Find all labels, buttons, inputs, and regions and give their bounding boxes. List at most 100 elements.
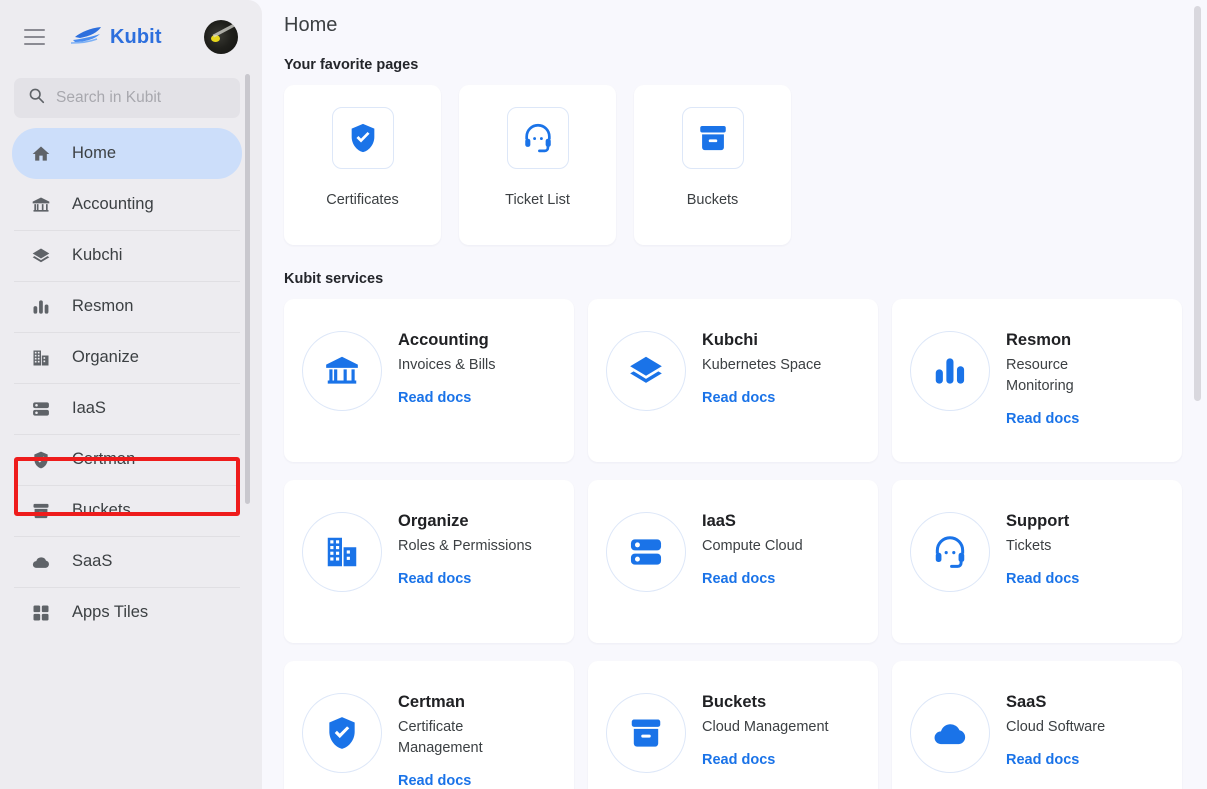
bank-icon bbox=[30, 194, 52, 216]
read-docs-link[interactable]: Read docs bbox=[398, 773, 508, 789]
service-card-resmon[interactable]: Resmon Resource Monitoring Read docs bbox=[892, 299, 1182, 462]
sidebar-item-organize[interactable]: Organize bbox=[12, 332, 242, 383]
sidebar-item-label: Kubchi bbox=[72, 246, 123, 264]
bank-icon bbox=[302, 331, 382, 411]
app-root: Kubit Search in Kubit Home Accounting Ku… bbox=[0, 0, 1207, 789]
service-subtitle: Cloud Management bbox=[702, 719, 829, 735]
brand[interactable]: Kubit bbox=[70, 25, 162, 50]
main-content: Home Your favorite pages Certificates Ti… bbox=[262, 0, 1207, 789]
service-card-buckets[interactable]: Buckets Cloud Management Read docs bbox=[588, 661, 878, 789]
sidebar-item-certman[interactable]: Certman bbox=[12, 434, 242, 485]
read-docs-link[interactable]: Read docs bbox=[398, 571, 532, 587]
headset-icon bbox=[506, 107, 569, 169]
service-subtitle: Cloud Software bbox=[1006, 719, 1106, 735]
layers-icon bbox=[30, 245, 52, 267]
sidebar-item-buckets[interactable]: Buckets bbox=[12, 485, 242, 536]
sidebar-item-label: Organize bbox=[72, 348, 139, 366]
service-subtitle: Certificate Management bbox=[398, 719, 483, 757]
service-card-saas[interactable]: SaaS Cloud Software Read docs bbox=[892, 661, 1182, 789]
server-icon bbox=[30, 398, 52, 420]
service-name: Certman bbox=[398, 693, 465, 711]
sidebar-item-label: Certman bbox=[72, 450, 136, 468]
favorite-card-ticket-list[interactable]: Ticket List bbox=[459, 85, 616, 245]
sidebar-item-iaas[interactable]: IaaS bbox=[12, 383, 242, 434]
sidebar-item-resmon[interactable]: Resmon bbox=[12, 281, 242, 332]
sidebar-item-label: Home bbox=[72, 144, 117, 162]
service-name: Buckets bbox=[702, 693, 767, 711]
read-docs-link[interactable]: Read docs bbox=[702, 752, 829, 768]
sidebar-item-accounting[interactable]: Accounting bbox=[12, 179, 242, 230]
favorite-card-label: Ticket List bbox=[505, 192, 570, 208]
service-name: Organize bbox=[398, 512, 469, 530]
avatar[interactable] bbox=[204, 20, 238, 54]
cloud-icon bbox=[910, 693, 990, 773]
service-subtitle: Compute Cloud bbox=[702, 538, 803, 554]
bucket-icon bbox=[681, 107, 744, 169]
service-card-support[interactable]: Support Tickets Read docs bbox=[892, 480, 1182, 643]
services-grid: Accounting Invoices & Bills Read docs Ku… bbox=[284, 299, 1207, 789]
read-docs-link[interactable]: Read docs bbox=[702, 571, 803, 587]
bar-chart-icon bbox=[910, 331, 990, 411]
service-card-certman[interactable]: Certman Certificate Management Read docs bbox=[284, 661, 574, 789]
sidebar-item-home[interactable]: Home bbox=[12, 128, 242, 179]
service-subtitle: Roles & Permissions bbox=[398, 538, 532, 554]
shield-check-icon bbox=[30, 449, 52, 471]
search-placeholder: Search in Kubit bbox=[56, 89, 162, 106]
server-icon bbox=[606, 512, 686, 592]
shield-check-icon bbox=[302, 693, 382, 773]
sidebar-item-label: Accounting bbox=[72, 195, 154, 213]
sidebar-header: Kubit bbox=[0, 0, 254, 74]
service-card-iaas[interactable]: IaaS Compute Cloud Read docs bbox=[588, 480, 878, 643]
hamburger-icon[interactable] bbox=[16, 19, 52, 55]
service-name: Support bbox=[1006, 512, 1070, 530]
read-docs-link[interactable]: Read docs bbox=[1006, 411, 1106, 427]
building-icon bbox=[302, 512, 382, 592]
sidebar: Kubit Search in Kubit Home Accounting Ku… bbox=[0, 0, 262, 789]
grid-icon bbox=[30, 602, 52, 624]
sidebar-item-label: SaaS bbox=[72, 552, 113, 570]
sidebar-item-saas[interactable]: SaaS bbox=[12, 536, 242, 587]
speedboat-icon bbox=[70, 25, 103, 50]
bucket-icon bbox=[606, 693, 686, 773]
services-title: Kubit services bbox=[284, 271, 384, 287]
favorite-card-certificates[interactable]: Certificates bbox=[284, 85, 441, 245]
bucket-icon bbox=[30, 500, 52, 522]
service-name: Kubchi bbox=[702, 331, 758, 349]
page-title: Home bbox=[284, 14, 338, 36]
read-docs-link[interactable]: Read docs bbox=[1006, 752, 1105, 768]
sidebar-scrollbar[interactable] bbox=[245, 74, 250, 504]
favorite-card-label: Certificates bbox=[326, 192, 399, 208]
service-card-organize[interactable]: Organize Roles & Permissions Read docs bbox=[284, 480, 574, 643]
service-subtitle: Kubernetes Space bbox=[702, 357, 822, 373]
headset-icon bbox=[910, 512, 990, 592]
service-subtitle: Resource Monitoring bbox=[1006, 357, 1074, 395]
bar-chart-icon bbox=[30, 296, 52, 318]
search-input[interactable]: Search in Kubit bbox=[14, 78, 240, 118]
sidebar-item-kubchi[interactable]: Kubchi bbox=[12, 230, 242, 281]
service-name: Accounting bbox=[398, 331, 489, 349]
favorite-card-buckets[interactable]: Buckets bbox=[634, 85, 791, 245]
shield-check-icon bbox=[331, 107, 394, 169]
service-subtitle: Invoices & Bills bbox=[398, 357, 496, 373]
read-docs-link[interactable]: Read docs bbox=[1006, 571, 1079, 587]
service-name: SaaS bbox=[1006, 693, 1047, 711]
sidebar-item-label: IaaS bbox=[72, 399, 106, 417]
sidebar-nav: Home Accounting Kubchi Resmon Organize I… bbox=[0, 128, 254, 638]
main-scrollbar[interactable] bbox=[1194, 6, 1201, 401]
sidebar-item-label: Buckets bbox=[72, 501, 131, 519]
service-card-accounting[interactable]: Accounting Invoices & Bills Read docs bbox=[284, 299, 574, 462]
read-docs-link[interactable]: Read docs bbox=[398, 390, 496, 406]
sidebar-item-label: Apps Tiles bbox=[72, 603, 149, 621]
service-card-kubchi[interactable]: Kubchi Kubernetes Space Read docs bbox=[588, 299, 878, 462]
favorites-title: Your favorite pages bbox=[284, 57, 419, 73]
brand-name: Kubit bbox=[110, 25, 162, 48]
read-docs-link[interactable]: Read docs bbox=[702, 390, 821, 406]
layers-icon bbox=[606, 331, 686, 411]
building-icon bbox=[30, 347, 52, 369]
cloud-icon bbox=[30, 551, 52, 573]
service-name: IaaS bbox=[702, 512, 736, 530]
service-subtitle: Tickets bbox=[1006, 538, 1052, 554]
favorite-card-label: Buckets bbox=[686, 192, 739, 208]
favorites-row: Certificates Ticket List Buckets bbox=[284, 85, 1207, 245]
sidebar-item-apps-tiles[interactable]: Apps Tiles bbox=[12, 587, 242, 638]
